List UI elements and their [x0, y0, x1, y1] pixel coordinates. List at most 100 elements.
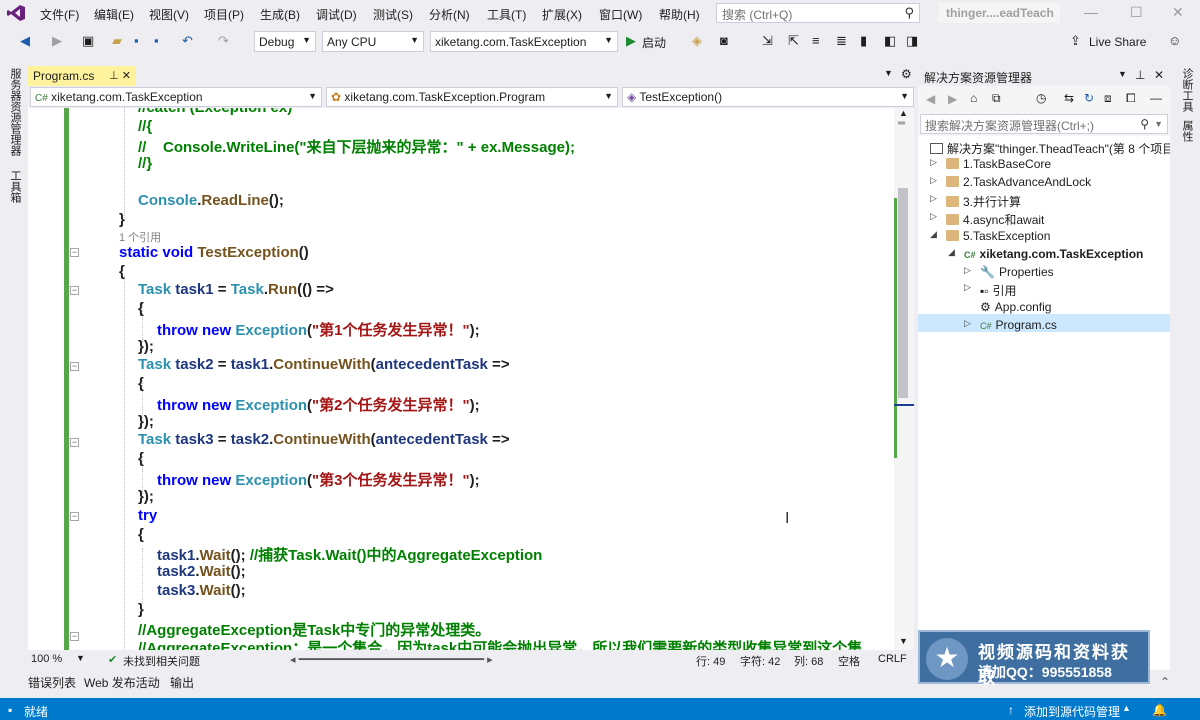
- forward-icon[interactable]: ▶: [948, 92, 957, 106]
- scroll-down-icon[interactable]: ▼: [899, 636, 908, 646]
- fold-toggle[interactable]: −: [70, 248, 79, 257]
- open-file-icon[interactable]: ▰: [112, 33, 122, 49]
- undo-icon[interactable]: ↶: [182, 33, 193, 49]
- source-control-button[interactable]: 添加到源代码管理: [1024, 703, 1120, 720]
- fold-toggle[interactable]: −: [70, 362, 79, 371]
- tab-program-cs[interactable]: Program.cs ⊥ ✕: [28, 66, 136, 86]
- step-icon[interactable]: ⇲: [762, 33, 773, 49]
- pin-icon[interactable]: ⊥: [1135, 68, 1145, 82]
- editor-vertical-scrollbar[interactable]: ▲ ═ ▼: [894, 108, 914, 650]
- menu-test[interactable]: 测试(S): [373, 6, 413, 23]
- class-dropdown[interactable]: ✿ xiketang.com.TaskException.Program ▼: [326, 87, 618, 107]
- tree-item-csproj[interactable]: ◢ C# xiketang.com.TaskException: [948, 247, 1143, 261]
- collapse-icon[interactable]: ◢: [948, 247, 955, 258]
- new-project-icon[interactable]: ▣: [82, 33, 94, 49]
- scroll-up-icon[interactable]: ▲: [899, 108, 908, 118]
- share-icon[interactable]: ⇪: [1070, 33, 1081, 49]
- fold-toggle[interactable]: −: [70, 632, 79, 641]
- tab-error-list[interactable]: 错误列表: [28, 674, 76, 691]
- expand-icon[interactable]: ▷: [930, 211, 937, 222]
- reference-count-link[interactable]: 1 个引用: [119, 229, 161, 245]
- project-dropdown[interactable]: C# xiketang.com.TaskException ▼: [30, 87, 322, 107]
- pin-icon[interactable]: ⊥ ✕: [109, 69, 131, 82]
- menu-help[interactable]: 帮助(H): [659, 6, 700, 23]
- code-editor[interactable]: − − − − − − //catch (Exception ex) //{ /…: [28, 108, 894, 650]
- expand-icon[interactable]: ▷: [930, 193, 937, 204]
- properties-tab[interactable]: 属性: [1179, 120, 1195, 142]
- start-icon[interactable]: ▶: [626, 33, 636, 49]
- issues-status[interactable]: 未找到相关问题: [123, 653, 200, 669]
- maximize-icon[interactable]: ☐: [1130, 4, 1143, 21]
- align-icon[interactable]: ≡: [812, 33, 820, 48]
- tree-item-app-config[interactable]: ⚙ App.config: [980, 300, 1051, 314]
- start-button[interactable]: 启动: [642, 34, 666, 51]
- expand-icon[interactable]: ▷: [930, 175, 937, 186]
- close-icon[interactable]: ✕: [1172, 4, 1184, 21]
- server-explorer-tab[interactable]: 服务器资源管理器: [7, 68, 23, 156]
- menu-project[interactable]: 项目(P): [204, 6, 244, 23]
- expand-icon[interactable]: ▷: [964, 318, 971, 329]
- sync-icon[interactable]: ⇆: [1064, 91, 1074, 105]
- tree-item-project[interactable]: ◢ 5.TaskException: [930, 229, 1050, 243]
- live-share-button[interactable]: Live Share: [1089, 35, 1146, 49]
- tab-output[interactable]: 输出: [170, 674, 194, 691]
- zoom-select[interactable]: 100 %: [31, 653, 62, 665]
- menu-view[interactable]: 视图(V): [149, 6, 189, 23]
- close-icon[interactable]: ✕: [1154, 68, 1164, 82]
- horizontal-scrollbar[interactable]: ◂ ━━━━━━━━━━━━━━━━━━━━━━━━━━━━ ▸: [290, 653, 493, 666]
- properties-icon[interactable]: —: [1150, 91, 1162, 105]
- collapse-all-icon[interactable]: ⧈: [1104, 91, 1112, 106]
- startup-project-select[interactable]: xiketang.com.TaskException ▼: [430, 31, 618, 52]
- scroll-thumb[interactable]: [898, 188, 908, 398]
- screenshot-icon[interactable]: ◙: [720, 33, 728, 48]
- tree-item-program-cs[interactable]: ▷ C# Program.cs: [964, 318, 1057, 332]
- tree-item-project[interactable]: ▷ 4.async和await: [930, 211, 1044, 228]
- visual-studio-logo-icon[interactable]: [6, 4, 26, 22]
- tree-item-references[interactable]: ▷ ▪▫ 引用: [964, 282, 1017, 299]
- arrow-up-icon[interactable]: ↑: [1008, 703, 1014, 717]
- browser-icon[interactable]: ◈: [692, 33, 702, 49]
- back-icon[interactable]: ◀: [20, 33, 30, 49]
- expand-icon[interactable]: ▷: [964, 265, 971, 276]
- menu-extensions[interactable]: 扩展(X): [542, 6, 582, 23]
- search-input[interactable]: 搜索 (Ctrl+Q) ⚲: [716, 3, 920, 23]
- feedback-icon[interactable]: ☺: [1168, 33, 1181, 48]
- tree-item-project[interactable]: ▷ 3.并行计算: [930, 193, 1021, 210]
- home-icon[interactable]: ⌂: [970, 91, 977, 105]
- chevron-up-icon[interactable]: ⌃: [1160, 675, 1170, 689]
- split-icon[interactable]: ═: [898, 118, 905, 129]
- switch-view-icon[interactable]: ⧉: [992, 91, 1001, 106]
- chevron-down-icon[interactable]: ▼: [1118, 69, 1127, 79]
- tree-item-solution[interactable]: 解决方案"thinger.TheadTeach"(第 8 个项目: [930, 140, 1170, 157]
- tree-item-properties[interactable]: ▷ 🔧 Properties: [964, 265, 1054, 279]
- forward-icon[interactable]: ▶: [52, 33, 62, 49]
- indent-icon[interactable]: ≣: [836, 33, 847, 49]
- menu-file[interactable]: 文件(F): [40, 6, 79, 23]
- menu-build[interactable]: 生成(B): [260, 6, 300, 23]
- fold-toggle[interactable]: −: [70, 286, 79, 295]
- tree-item-project[interactable]: ▷ 1.TaskBaseCore: [930, 157, 1051, 171]
- bookmark-prev-icon[interactable]: ◧: [884, 33, 896, 49]
- diagnostic-tools-tab[interactable]: 诊断工具: [1179, 68, 1195, 112]
- bookmark-icon[interactable]: ▮: [860, 33, 867, 49]
- menu-debug[interactable]: 调试(D): [316, 6, 357, 23]
- solution-search-input[interactable]: 搜索解决方案资源管理器(Ctrl+;) ⚲ ▼: [920, 114, 1168, 134]
- redo-icon[interactable]: ↷: [218, 33, 229, 49]
- settings-icon[interactable]: ⚙: [901, 67, 912, 81]
- toolbox-tab[interactable]: 工具箱: [7, 170, 23, 203]
- menu-edit[interactable]: 编辑(E): [94, 6, 134, 23]
- menu-window[interactable]: 窗口(W): [599, 6, 642, 23]
- expand-icon[interactable]: ▷: [930, 157, 937, 168]
- platform-select[interactable]: Any CPU ▼: [322, 31, 424, 52]
- tab-web-publish[interactable]: Web 发布活动: [84, 674, 160, 691]
- show-all-files-icon[interactable]: ⧠: [1126, 91, 1136, 106]
- minimize-icon[interactable]: —: [1084, 4, 1098, 20]
- menu-analyze[interactable]: 分析(N): [429, 6, 470, 23]
- expand-icon[interactable]: ▷: [964, 282, 971, 293]
- bookmark-next-icon[interactable]: ◨: [906, 33, 918, 49]
- back-icon[interactable]: ◀: [926, 92, 935, 106]
- tree-item-project[interactable]: ▷ 2.TaskAdvanceAndLock: [930, 175, 1091, 189]
- refresh-icon[interactable]: ↻: [1084, 91, 1094, 105]
- format-icon[interactable]: ⇱: [788, 33, 799, 49]
- collapse-icon[interactable]: ◢: [930, 229, 937, 240]
